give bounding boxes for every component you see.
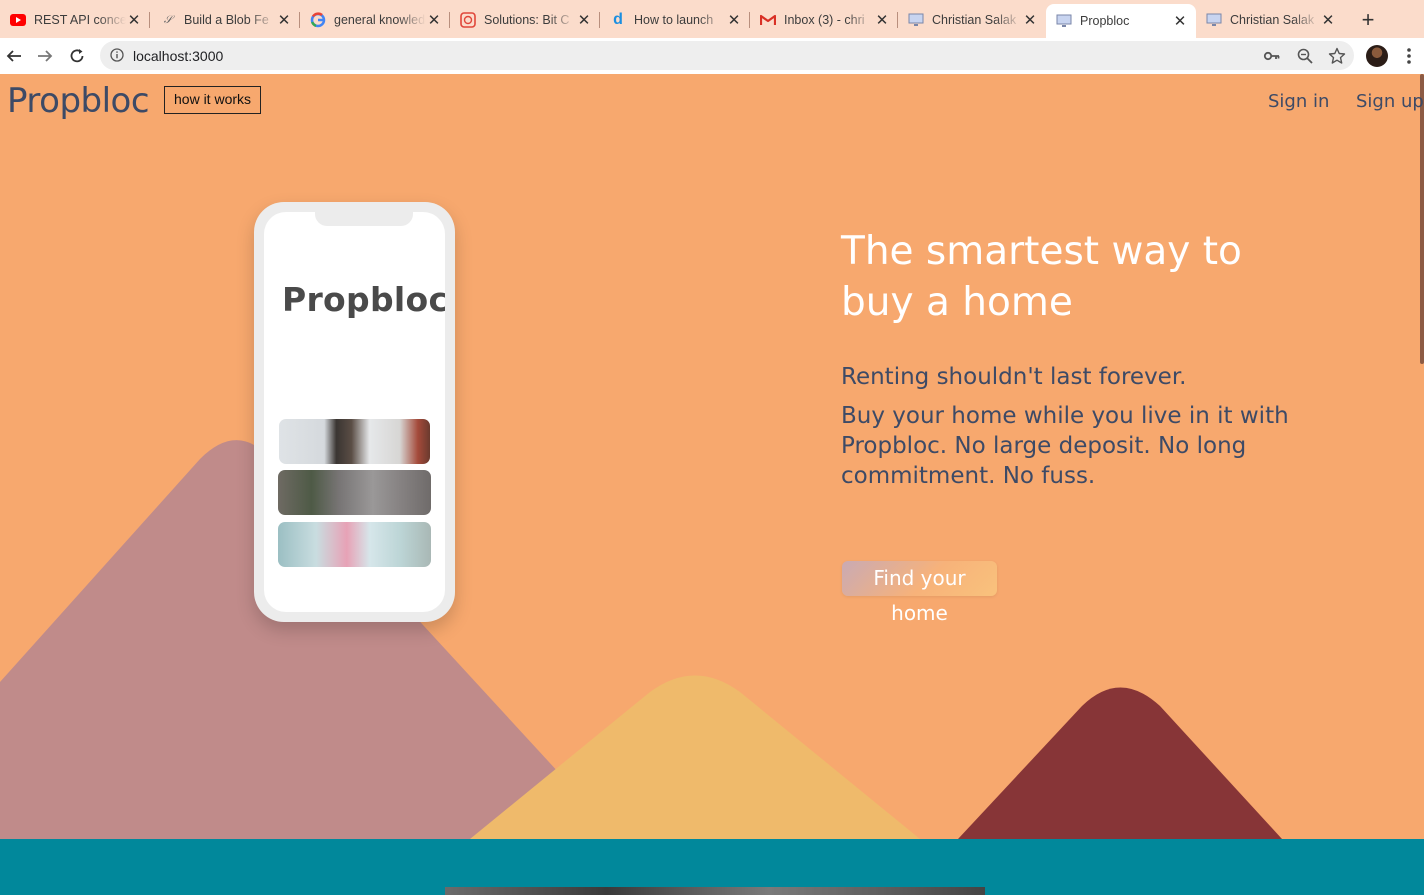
tab-title: Inbox (3) - chri bbox=[784, 13, 865, 27]
address-bar[interactable]: localhost:3000 bbox=[100, 41, 1354, 70]
close-icon[interactable]: ✕ bbox=[874, 11, 890, 29]
profile-avatar[interactable] bbox=[1366, 45, 1388, 67]
hero-description: Buy your home while you live in it with … bbox=[841, 403, 1289, 489]
url-text[interactable]: localhost:3000 bbox=[133, 48, 223, 64]
browser-toolbar: localhost:3000 bbox=[0, 38, 1424, 75]
close-icon[interactable]: ✕ bbox=[1320, 11, 1336, 29]
tab-title: Build a Blob Fe bbox=[184, 13, 269, 27]
teal-section bbox=[0, 839, 1424, 895]
youtube-icon bbox=[10, 12, 26, 28]
sign-in-link[interactable]: Sign in bbox=[1268, 91, 1329, 112]
phone-brand: Propbloc bbox=[282, 280, 445, 319]
tab-title: REST API concepts bbox=[34, 13, 126, 27]
more-menu-icon[interactable] bbox=[1400, 46, 1418, 66]
new-tab-button[interactable]: + bbox=[1356, 6, 1380, 34]
tab-solutions[interactable]: Solutions: Bit C ✕ bbox=[450, 4, 600, 36]
how-it-works-button[interactable]: how it works bbox=[164, 86, 262, 114]
property-photo-office bbox=[279, 419, 430, 464]
property-photo-living-room bbox=[278, 470, 431, 515]
phone-notch bbox=[315, 212, 413, 226]
hero-subline: Renting shouldn't last forever. bbox=[841, 364, 1187, 390]
reload-icon bbox=[70, 49, 84, 63]
key-icon[interactable] bbox=[1263, 47, 1281, 65]
phone-screen: Propbloc bbox=[264, 212, 445, 612]
tab-title: Christian Salak bbox=[1230, 13, 1315, 27]
tab-title: general knowledge bbox=[334, 13, 426, 27]
zoom-icon[interactable] bbox=[1296, 47, 1314, 65]
tab-christian-2[interactable]: Christian Salak ✕ bbox=[1196, 4, 1344, 36]
close-icon[interactable]: ✕ bbox=[726, 11, 742, 29]
close-icon[interactable]: ✕ bbox=[1172, 12, 1188, 30]
blob-icon: 𝒮 bbox=[163, 13, 173, 26]
monitor-icon bbox=[1056, 13, 1072, 29]
tab-title: Propbloc bbox=[1080, 14, 1130, 28]
tab-title: Christian Salak bbox=[932, 13, 1017, 27]
page-scrollbar[interactable] bbox=[1420, 74, 1424, 364]
back-button[interactable] bbox=[0, 42, 28, 70]
gmail-icon bbox=[760, 12, 776, 28]
tab-propbloc[interactable]: Propbloc ✕ bbox=[1046, 4, 1196, 38]
tab-blob[interactable]: 𝒮 Build a Blob Fe ✕ bbox=[150, 4, 300, 36]
tab-google[interactable]: general knowledge ✕ bbox=[300, 4, 450, 36]
solutions-icon bbox=[460, 12, 476, 28]
close-icon[interactable]: ✕ bbox=[576, 11, 592, 29]
phone-mockup: Propbloc bbox=[254, 202, 455, 622]
sign-up-link[interactable]: Sign up bbox=[1356, 91, 1424, 112]
tab-title: How to launch bbox=[634, 13, 714, 27]
monitor-icon bbox=[908, 12, 924, 28]
property-photo-bedroom bbox=[278, 522, 431, 567]
google-icon bbox=[310, 12, 326, 28]
close-icon[interactable]: ✕ bbox=[426, 11, 442, 29]
close-icon[interactable]: ✕ bbox=[126, 11, 142, 29]
tab-christian-1[interactable]: Christian Salak ✕ bbox=[898, 4, 1046, 36]
d-icon: d bbox=[613, 11, 623, 28]
mountain-right bbox=[958, 687, 1282, 839]
reload-button[interactable] bbox=[63, 42, 91, 70]
tab-strip: REST API concepts ✕ 𝒮 Build a Blob Fe ✕ … bbox=[0, 0, 1424, 38]
arrow-left-icon bbox=[6, 50, 21, 62]
tab-how-to-launch[interactable]: d How to launch ✕ bbox=[600, 4, 750, 36]
section-image bbox=[445, 887, 985, 895]
brand-logo[interactable]: Propbloc bbox=[7, 81, 150, 121]
page-viewport: Propbloc how it works Sign in Sign up Pr… bbox=[0, 74, 1424, 895]
info-icon bbox=[110, 48, 124, 62]
hero-headline: The smartest way to buy a home bbox=[841, 229, 1242, 325]
forward-button[interactable] bbox=[31, 42, 59, 70]
arrow-right-icon bbox=[38, 50, 53, 62]
tab-youtube[interactable]: REST API concepts ✕ bbox=[0, 4, 150, 36]
tab-title: Solutions: Bit C bbox=[484, 13, 570, 27]
monitor-icon bbox=[1206, 12, 1222, 28]
tab-gmail[interactable]: Inbox (3) - chri ✕ bbox=[750, 4, 898, 36]
close-icon[interactable]: ✕ bbox=[1022, 11, 1038, 29]
close-icon[interactable]: ✕ bbox=[276, 11, 292, 29]
find-your-home-button[interactable]: Find your home bbox=[842, 561, 997, 625]
star-icon[interactable] bbox=[1328, 47, 1346, 65]
